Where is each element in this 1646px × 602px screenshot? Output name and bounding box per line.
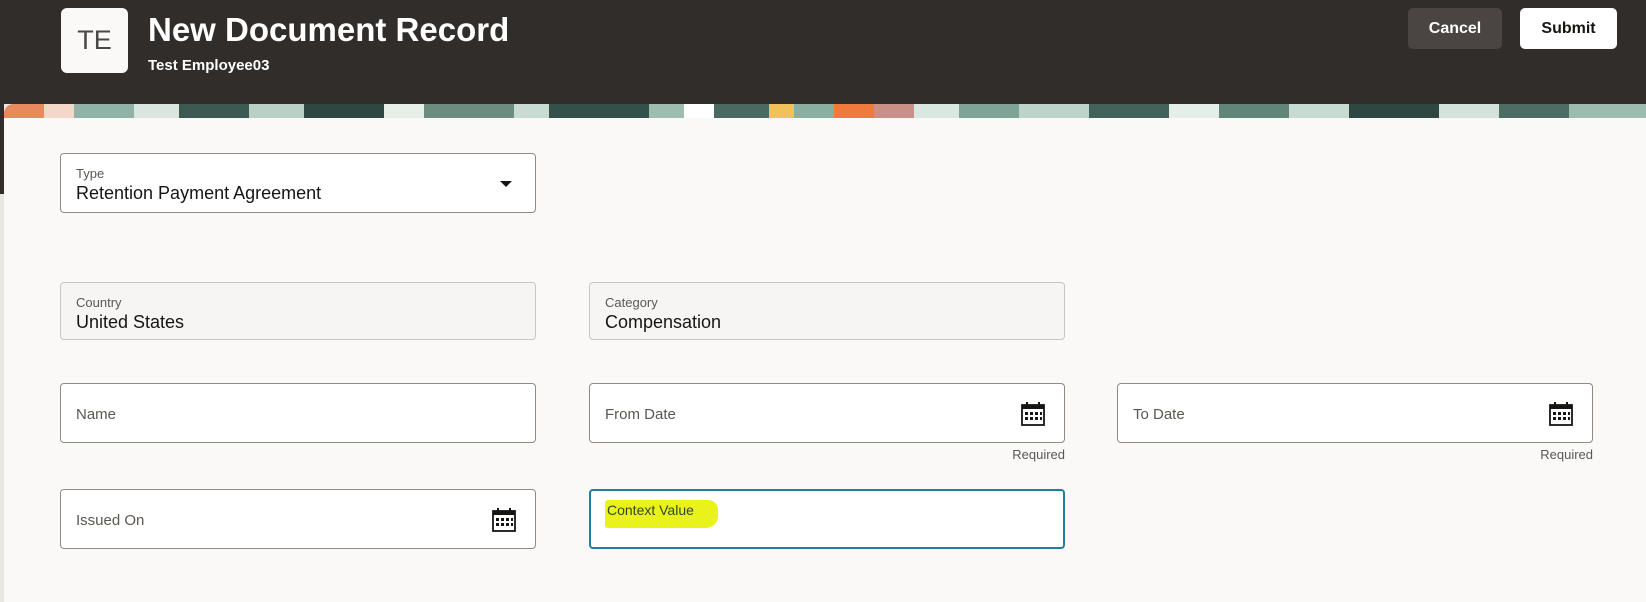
page-title: New Document Record [148,11,510,48]
issued-on-input[interactable]: Issued On [60,489,536,549]
form-panel: Type Retention Payment Agreement Country… [4,104,1646,602]
calendar-icon[interactable] [1548,401,1574,427]
issued-on-placeholder: Issued On [76,512,145,529]
chevron-down-icon[interactable] [500,181,512,187]
type-label: Type [76,166,105,181]
country-label: Country [76,295,122,310]
name-placeholder: Name [76,406,117,423]
from-date-required: Required [1012,447,1065,462]
calendar-icon[interactable] [491,507,517,533]
cancel-button[interactable]: Cancel [1408,8,1502,49]
avatar: TE [61,8,128,73]
decorative-banner [4,104,1646,118]
name-input[interactable]: Name [60,383,536,443]
submit-button[interactable]: Submit [1520,8,1617,49]
page-header: TE New Document Record Test Employee03 C… [0,0,1646,104]
category-label: Category [605,295,658,310]
from-date-input[interactable]: From Date [589,383,1065,443]
to-date-input[interactable]: To Date [1117,383,1593,443]
type-select[interactable]: Type Retention Payment Agreement [60,153,536,213]
to-date-placeholder: To Date [1133,406,1185,423]
calendar-icon[interactable] [1020,401,1046,427]
from-date-placeholder: From Date [605,406,676,423]
context-value-input[interactable]: Context Value [589,489,1065,549]
type-value: Retention Payment Agreement [76,183,322,203]
page-subtitle: Test Employee03 [148,57,270,74]
category-field: Category Compensation [589,282,1065,340]
category-value: Compensation [605,312,722,332]
context-value-label: Context Value [605,500,718,528]
country-field: Country United States [60,282,536,340]
country-value: United States [76,312,185,332]
to-date-required: Required [1540,447,1593,462]
